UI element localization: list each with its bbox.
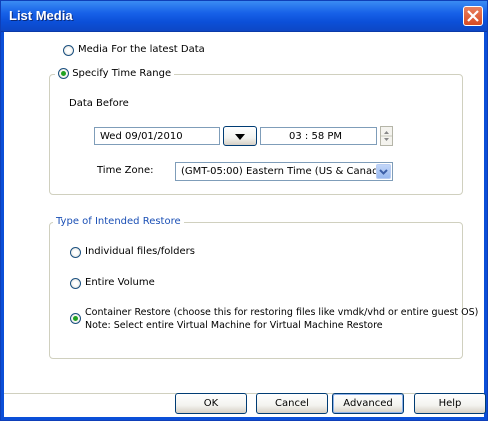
window-frame-bottom	[1, 417, 487, 420]
entire-volume-label[interactable]: Entire Volume	[85, 277, 155, 288]
dropdown-arrow-icon	[235, 134, 245, 140]
list-media-dialog: List Media Media For the latest Data Spe…	[0, 0, 488, 421]
latest-data-label[interactable]: Media For the latest Data	[78, 44, 205, 55]
restore-type-group	[49, 222, 463, 359]
time-range-radio[interactable]	[58, 68, 69, 79]
container-restore-note: Note: Select entire Virtual Machine for …	[85, 320, 383, 331]
time-input[interactable]: 03 : 58 PM	[260, 127, 377, 145]
time-range-legend: Specify Time Range	[55, 68, 175, 80]
advanced-button[interactable]: Advanced	[332, 393, 404, 414]
date-input[interactable]: Wed 09/01/2010	[94, 127, 220, 145]
spinner-arrows-icon	[381, 131, 392, 141]
ok-button[interactable]: OK	[175, 393, 247, 414]
window-title: List Media	[9, 8, 73, 23]
title-bar[interactable]: List Media	[1, 1, 487, 32]
date-value: Wed 09/01/2010	[100, 131, 183, 142]
window-frame-right	[484, 32, 487, 420]
timezone-value: (GMT-05:00) Eastern Time (US & Canada)	[181, 166, 389, 177]
dialog-content: Media For the latest Data Specify Time R…	[4, 32, 486, 417]
timezone-select[interactable]: (GMT-05:00) Eastern Time (US & Canada)	[175, 162, 393, 181]
data-before-label: Data Before	[69, 98, 129, 109]
container-restore-radio[interactable]	[70, 313, 81, 324]
help-button[interactable]: Help	[414, 393, 486, 414]
time-spinner[interactable]	[380, 126, 393, 146]
timezone-label: Time Zone:	[97, 165, 154, 176]
latest-data-radio[interactable]	[63, 45, 74, 56]
time-range-label[interactable]: Specify Time Range	[72, 68, 171, 79]
restore-type-legend: Type of Intended Restore	[53, 216, 184, 227]
chevron-down-icon	[379, 169, 388, 175]
individual-files-radio[interactable]	[70, 247, 81, 258]
date-picker-button[interactable]	[223, 126, 257, 146]
individual-files-label[interactable]: Individual files/folders	[85, 246, 195, 257]
entire-volume-radio[interactable]	[70, 278, 81, 289]
timezone-dropdown-button[interactable]	[376, 164, 391, 179]
close-icon	[467, 10, 479, 22]
container-restore-label[interactable]: Container Restore (choose this for resto…	[85, 307, 478, 318]
time-value: 03 : 58 PM	[289, 131, 343, 142]
cancel-button[interactable]: Cancel	[256, 393, 328, 414]
close-button[interactable]	[463, 6, 483, 26]
